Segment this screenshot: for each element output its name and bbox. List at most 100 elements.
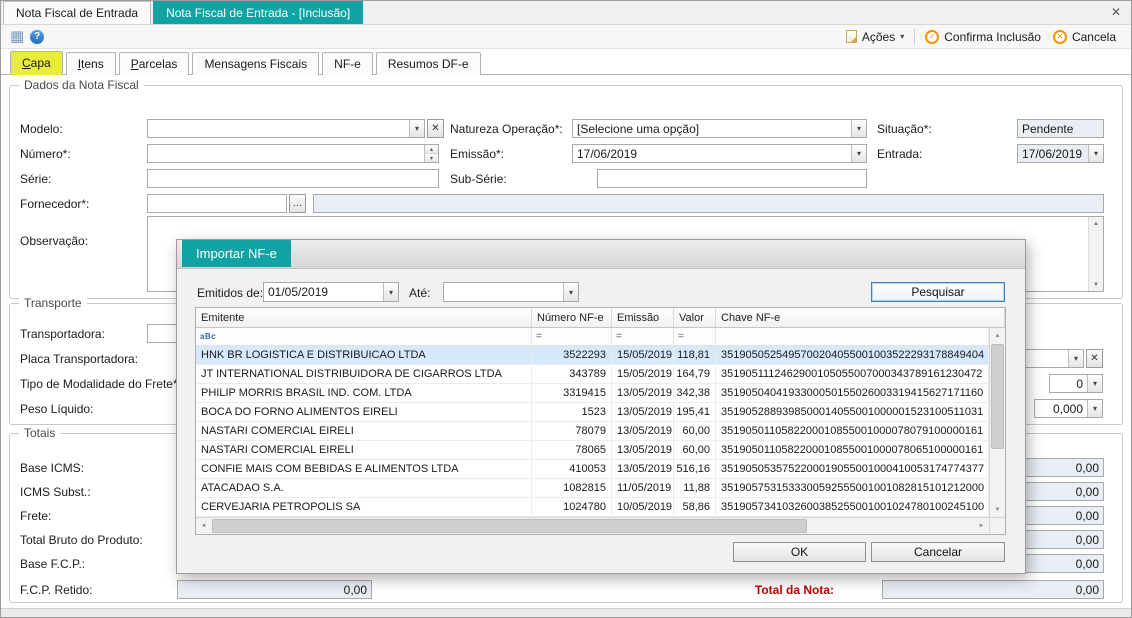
cell-numero: 1082815 — [532, 479, 612, 497]
tab-itens[interactable]: Itens — [66, 52, 116, 75]
observacao-scrollbar[interactable]: ▲ ▼ — [1088, 217, 1103, 291]
close-icon[interactable]: ✕ — [1111, 5, 1121, 19]
chevron-down-icon[interactable]: ▾ — [1087, 400, 1102, 417]
tab-label: Mensagens Fiscais — [204, 57, 307, 71]
scroll-left-icon[interactable]: ◄ — [196, 518, 211, 534]
cancela-button[interactable]: ✕ Cancela — [1047, 27, 1122, 47]
filter-cell-chave[interactable] — [716, 328, 989, 345]
numero-spinedit[interactable]: ▴▾ — [147, 144, 439, 163]
cell-valor: 11,88 — [674, 479, 716, 497]
subserie-input[interactable] — [597, 169, 867, 188]
tab-label: Capa — [22, 56, 51, 70]
chevron-down-icon[interactable]: ▾ — [1068, 350, 1083, 367]
acoes-button[interactable]: Ações ▾ — [840, 27, 910, 47]
chevron-down-icon[interactable]: ▾ — [1088, 145, 1103, 162]
chevron-down-icon[interactable]: ▾ — [383, 283, 398, 301]
chevron-down-icon[interactable]: ▾ — [409, 120, 424, 137]
column-header-chave-nfe[interactable]: Chave NF-e — [716, 308, 1005, 327]
scroll-down-icon[interactable]: ▼ — [1089, 278, 1103, 291]
cell-emissao: 13/05/2019 — [612, 403, 674, 421]
tab-nota-fiscal-entrada[interactable]: Nota Fiscal de Entrada — [3, 1, 151, 24]
grid-horizontal-scrollbar[interactable]: ◄ ► — [196, 517, 989, 534]
table-row[interactable]: JT INTERNATIONAL DISTRIBUIDORA DE CIGARR… — [196, 365, 989, 384]
fornecedor-lookup-button[interactable]: … — [289, 194, 306, 213]
grid-filter-row[interactable]: aBc = = = — [196, 328, 989, 346]
entrada-datepicker[interactable]: 17/06/2019 ▾ — [1017, 144, 1104, 163]
placa-clear-button[interactable]: ✕ — [1086, 349, 1103, 368]
help-icon[interactable]: ? — [30, 30, 44, 44]
ok-button[interactable]: OK — [733, 542, 866, 562]
column-header-emissao[interactable]: Emissão — [612, 308, 674, 327]
vertical-scrollbar-thumb[interactable] — [991, 344, 1004, 449]
cancelar-button[interactable]: Cancelar — [871, 542, 1005, 562]
serie-input[interactable] — [147, 169, 439, 188]
entrada-label: Entrada: — [877, 147, 922, 161]
ate-datepicker[interactable]: ▾ — [443, 282, 579, 302]
confirma-inclusao-button[interactable]: ✓ Confirma Inclusão — [919, 27, 1047, 47]
observacao-label: Observação: — [20, 234, 88, 248]
situacao-field: Pendente — [1017, 119, 1104, 138]
cell-valor: 516,16 — [674, 460, 716, 478]
chevron-down-icon[interactable]: ▾ — [1087, 375, 1102, 392]
cell-emitente: BOCA DO FORNO ALIMENTOS EIRELI — [196, 403, 532, 421]
modelo-clear-button[interactable]: ✕ — [427, 119, 444, 138]
confirm-check-icon: ✓ — [925, 30, 939, 44]
tab-parcelas[interactable]: Parcelas — [119, 52, 190, 75]
tab-capa[interactable]: Capa — [10, 51, 63, 75]
confirma-label: Confirma Inclusão — [944, 30, 1041, 44]
column-header-emitente[interactable]: Emitente — [196, 308, 532, 327]
dialog-titlebar[interactable]: Importar NF-e — [177, 240, 1025, 269]
table-row[interactable]: HNK BR LOGISTICA E DISTRIBUICAO LTDA 352… — [196, 346, 989, 365]
natureza-operacao-combobox[interactable]: [Selecione uma opção] ▾ — [572, 119, 867, 138]
horizontal-scrollbar-thumb[interactable] — [212, 519, 807, 533]
spin-up-icon[interactable]: ▴ — [425, 145, 438, 154]
column-header-valor[interactable]: Valor — [674, 308, 716, 327]
grid-vertical-scrollbar[interactable]: ▲ ▼ — [989, 328, 1005, 517]
cell-valor: 58,86 — [674, 498, 716, 516]
table-row[interactable]: CERVEJARIA PETROPOLIS SA 1024780 10/05/2… — [196, 498, 989, 517]
cell-valor: 60,00 — [674, 422, 716, 440]
number-spinner[interactable]: ▴▾ — [424, 145, 438, 162]
modalidade-frete-combobox[interactable]: 0 ▾ — [1049, 374, 1103, 393]
tab-nota-fiscal-entrada-inclusao[interactable]: Nota Fiscal de Entrada - [Inclusão] — [153, 1, 363, 24]
scroll-up-icon[interactable]: ▲ — [990, 328, 1005, 343]
cell-emissao: 15/05/2019 — [612, 346, 674, 364]
emitidos-de-datepicker[interactable]: 01/05/2019 ▾ — [263, 282, 399, 302]
peso-liquido-combobox[interactable]: 0,000 ▾ — [1034, 399, 1103, 418]
total-nota-field: 0,00 — [882, 580, 1104, 599]
tab-mensagens-fiscais[interactable]: Mensagens Fiscais — [192, 52, 319, 75]
emissao-datepicker[interactable]: 17/06/2019 ▾ — [572, 144, 867, 163]
filter-cell-valor[interactable]: = — [674, 328, 716, 345]
filter-cell-emitente[interactable]: aBc — [196, 328, 532, 345]
column-header-numero-nfe[interactable]: Número NF-e — [532, 308, 612, 327]
tab-label: NF-e — [334, 57, 361, 71]
chevron-down-icon[interactable]: ▾ — [563, 283, 578, 301]
fcp-retido-value: 0,00 — [178, 581, 371, 598]
scroll-right-icon[interactable]: ► — [974, 518, 989, 534]
table-row[interactable]: NASTARI COMERCIAL EIRELI 78065 13/05/201… — [196, 441, 989, 460]
scroll-up-icon[interactable]: ▲ — [1089, 217, 1103, 230]
filter-cell-emissao[interactable]: = — [612, 328, 674, 345]
tab-resumos-dfe[interactable]: Resumos DF-e — [376, 52, 481, 75]
cell-chave: 3519057341032600385255001001024780100245… — [716, 498, 989, 516]
modelo-combobox[interactable]: ▾ — [147, 119, 425, 138]
fornecedor-input[interactable] — [147, 194, 287, 213]
table-row[interactable]: PHILIP MORRIS BRASIL IND. COM. LTDA 3319… — [196, 384, 989, 403]
base-fcp-label: Base F.C.P.: — [20, 557, 85, 571]
cell-emissao: 10/05/2019 — [612, 498, 674, 516]
spin-down-icon[interactable]: ▾ — [425, 154, 438, 162]
pesquisar-button[interactable]: Pesquisar — [871, 282, 1005, 302]
chevron-down-icon[interactable]: ▾ — [851, 145, 866, 162]
chevron-down-icon[interactable]: ▾ — [851, 120, 866, 137]
filter-cell-numero[interactable]: = — [532, 328, 612, 345]
grid-icon[interactable]: ▦ — [10, 29, 24, 44]
table-row[interactable]: NASTARI COMERCIAL EIRELI 78079 13/05/201… — [196, 422, 989, 441]
table-row[interactable]: BOCA DO FORNO ALIMENTOS EIRELI 1523 13/0… — [196, 403, 989, 422]
tab-nfe[interactable]: NF-e — [322, 52, 373, 75]
cell-emissao: 13/05/2019 — [612, 460, 674, 478]
scroll-down-icon[interactable]: ▼ — [990, 502, 1005, 517]
cell-numero: 3319415 — [532, 384, 612, 402]
table-row[interactable]: CONFIE MAIS COM BEBIDAS E ALIMENTOS LTDA… — [196, 460, 989, 479]
fornecedor-label: Fornecedor*: — [20, 197, 89, 211]
table-row[interactable]: ATACADAO S.A. 1082815 11/05/2019 11,88 3… — [196, 479, 989, 498]
